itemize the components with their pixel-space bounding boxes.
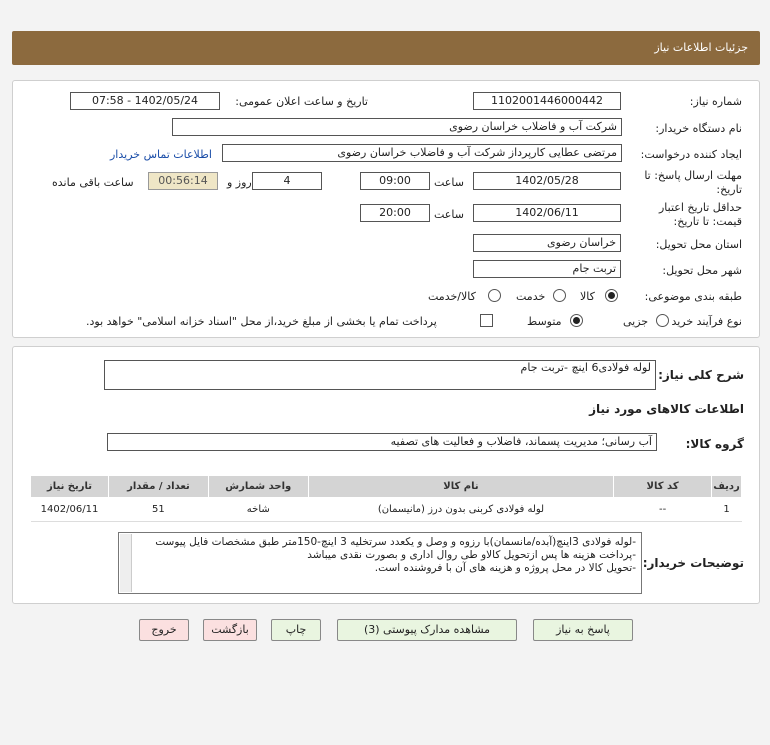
deadline-time-field[interactable]: 09:00 — [360, 172, 430, 190]
remaining-label: ساعت باقی مانده — [52, 176, 134, 189]
need-number-label: شماره نیاز: — [689, 95, 742, 108]
need-number-field[interactable]: 1102001446000442 — [473, 92, 621, 110]
process-option-medium: متوسط — [527, 315, 562, 328]
cell-code: -- — [613, 497, 712, 522]
page-title: جزئیات اطلاعات نیاز — [654, 41, 748, 54]
goods-info-title: اطلاعات کالاهای مورد نیاز — [589, 402, 744, 416]
summary-label: شرح کلی نیاز: — [658, 368, 744, 382]
city-label: شهر محل تحویل: — [662, 264, 742, 277]
validity-label-2: قیمت: تا تاریخ: — [673, 215, 742, 228]
goods-table-header: ردیف کد کالا نام کالا واحد شمارش تعداد /… — [30, 475, 742, 498]
page-header: جزئیات اطلاعات نیاز — [12, 31, 760, 65]
province-field[interactable]: خراسان رضوی — [473, 234, 621, 252]
deadline-time-label: ساعت — [434, 176, 464, 189]
col-quantity: تعداد / مقدار — [108, 475, 209, 498]
creator-label: ایجاد کننده درخواست: — [640, 148, 742, 161]
goods-group-field: آب رسانی؛ مدیریت پسماند، فاضلاب و فعالیت… — [107, 433, 657, 451]
city-field[interactable]: تربت جام — [473, 260, 621, 278]
category-label: طبقه بندی موضوعی: — [644, 290, 742, 303]
deadline-date-field[interactable]: 1402/05/28 — [473, 172, 621, 190]
buyer-note-line: -تحویل کالا در محل پروژه و هزینه های آن … — [374, 562, 636, 574]
creator-field[interactable]: مرتضی عطایی کارپرداز شرکت آب و فاضلاب خر… — [222, 144, 622, 162]
summary-field: لوله فولادی6 اینچ -تربت جام — [104, 360, 656, 390]
goods-group-label: گروه کالا: — [685, 437, 744, 451]
table-row: 1 -- لوله فولادی کربنی بدون درز (مانیسما… — [30, 497, 742, 522]
treasury-payment-note: پرداخت تمام یا بخشی از مبلغ خرید،از محل … — [86, 315, 437, 328]
back-button[interactable]: بازگشت — [203, 619, 257, 641]
buyer-contact-link[interactable]: اطلاعات تماس خریدار — [110, 148, 212, 161]
days-label: روز و — [227, 176, 252, 189]
validity-label: حداقل تاریخ اعتبار — [658, 201, 742, 214]
cell-unit: شاخه — [208, 497, 309, 522]
announce-label: تاریخ و ساعت اعلان عمومی: — [235, 95, 368, 108]
process-option-minor: جزیی — [623, 315, 649, 328]
buyer-note-line: -پرداخت هزینه ها پس ازتحویل کالاو طی روا… — [307, 549, 636, 561]
attachments-button[interactable]: مشاهده مدارک پیوستی (3) — [337, 619, 517, 641]
exit-button[interactable]: خروج — [139, 619, 189, 641]
buyer-notes-label: توضیحات خریدار: — [642, 556, 744, 570]
print-button[interactable]: چاپ — [271, 619, 321, 641]
reply-button[interactable]: پاسخ به نیاز — [533, 619, 633, 641]
cell-need-date: 1402/06/11 — [30, 497, 109, 522]
announce-field[interactable]: 1402/05/24 - 07:58 — [70, 92, 220, 110]
category-option-goods: کالا — [580, 290, 595, 303]
province-label: استان محل تحویل: — [655, 238, 742, 251]
deadline-label-2: تاریخ: — [716, 183, 742, 196]
cell-name: لوله فولادی کربنی بدون درز (مانیسمان) — [308, 497, 614, 522]
cell-quantity: 51 — [108, 497, 209, 522]
col-need-date: تاریخ نیاز — [30, 475, 109, 498]
buyer-notes-box[interactable]: -لوله فولادی 3اینچ(آبده/مانسمان)با رزوه … — [118, 532, 642, 594]
validity-date-field[interactable]: 1402/06/11 — [473, 204, 621, 222]
process-label: نوع فرآیند خرید : — [664, 315, 742, 328]
buyer-notes-scrollbar[interactable] — [120, 534, 132, 592]
cell-row: 1 — [711, 497, 742, 522]
category-radio-goods[interactable] — [605, 289, 618, 302]
category-option-service: خدمت — [516, 290, 546, 303]
col-unit: واحد شمارش — [207, 475, 309, 498]
remaining-time-field: 00:56:14 — [148, 172, 218, 190]
category-radio-service[interactable] — [553, 289, 566, 302]
process-radio-minor[interactable] — [656, 314, 669, 327]
buyer-label: نام دستگاه خریدار: — [655, 122, 742, 135]
treasury-payment-checkbox[interactable] — [480, 314, 493, 327]
buyer-note-line: -لوله فولادی 3اینچ(آبده/مانسمان)با رزوه … — [155, 536, 636, 548]
validity-time-field[interactable]: 20:00 — [360, 204, 430, 222]
days-field[interactable]: 4 — [252, 172, 322, 190]
category-option-goods-service: کالا/خدمت — [428, 290, 476, 303]
buyer-field[interactable]: شرکت آب و فاضلاب خراسان رضوی — [172, 118, 622, 136]
category-radio-goods-service[interactable] — [488, 289, 501, 302]
goods-table: ردیف کد کالا نام کالا واحد شمارش تعداد /… — [30, 475, 742, 522]
process-radio-medium[interactable] — [570, 314, 583, 327]
col-name: نام کالا — [307, 475, 615, 498]
validity-time-label: ساعت — [434, 208, 464, 221]
deadline-label: مهلت ارسال پاسخ: تا — [644, 169, 742, 182]
col-row: ردیف — [711, 475, 742, 498]
col-code: کد کالا — [613, 475, 713, 498]
